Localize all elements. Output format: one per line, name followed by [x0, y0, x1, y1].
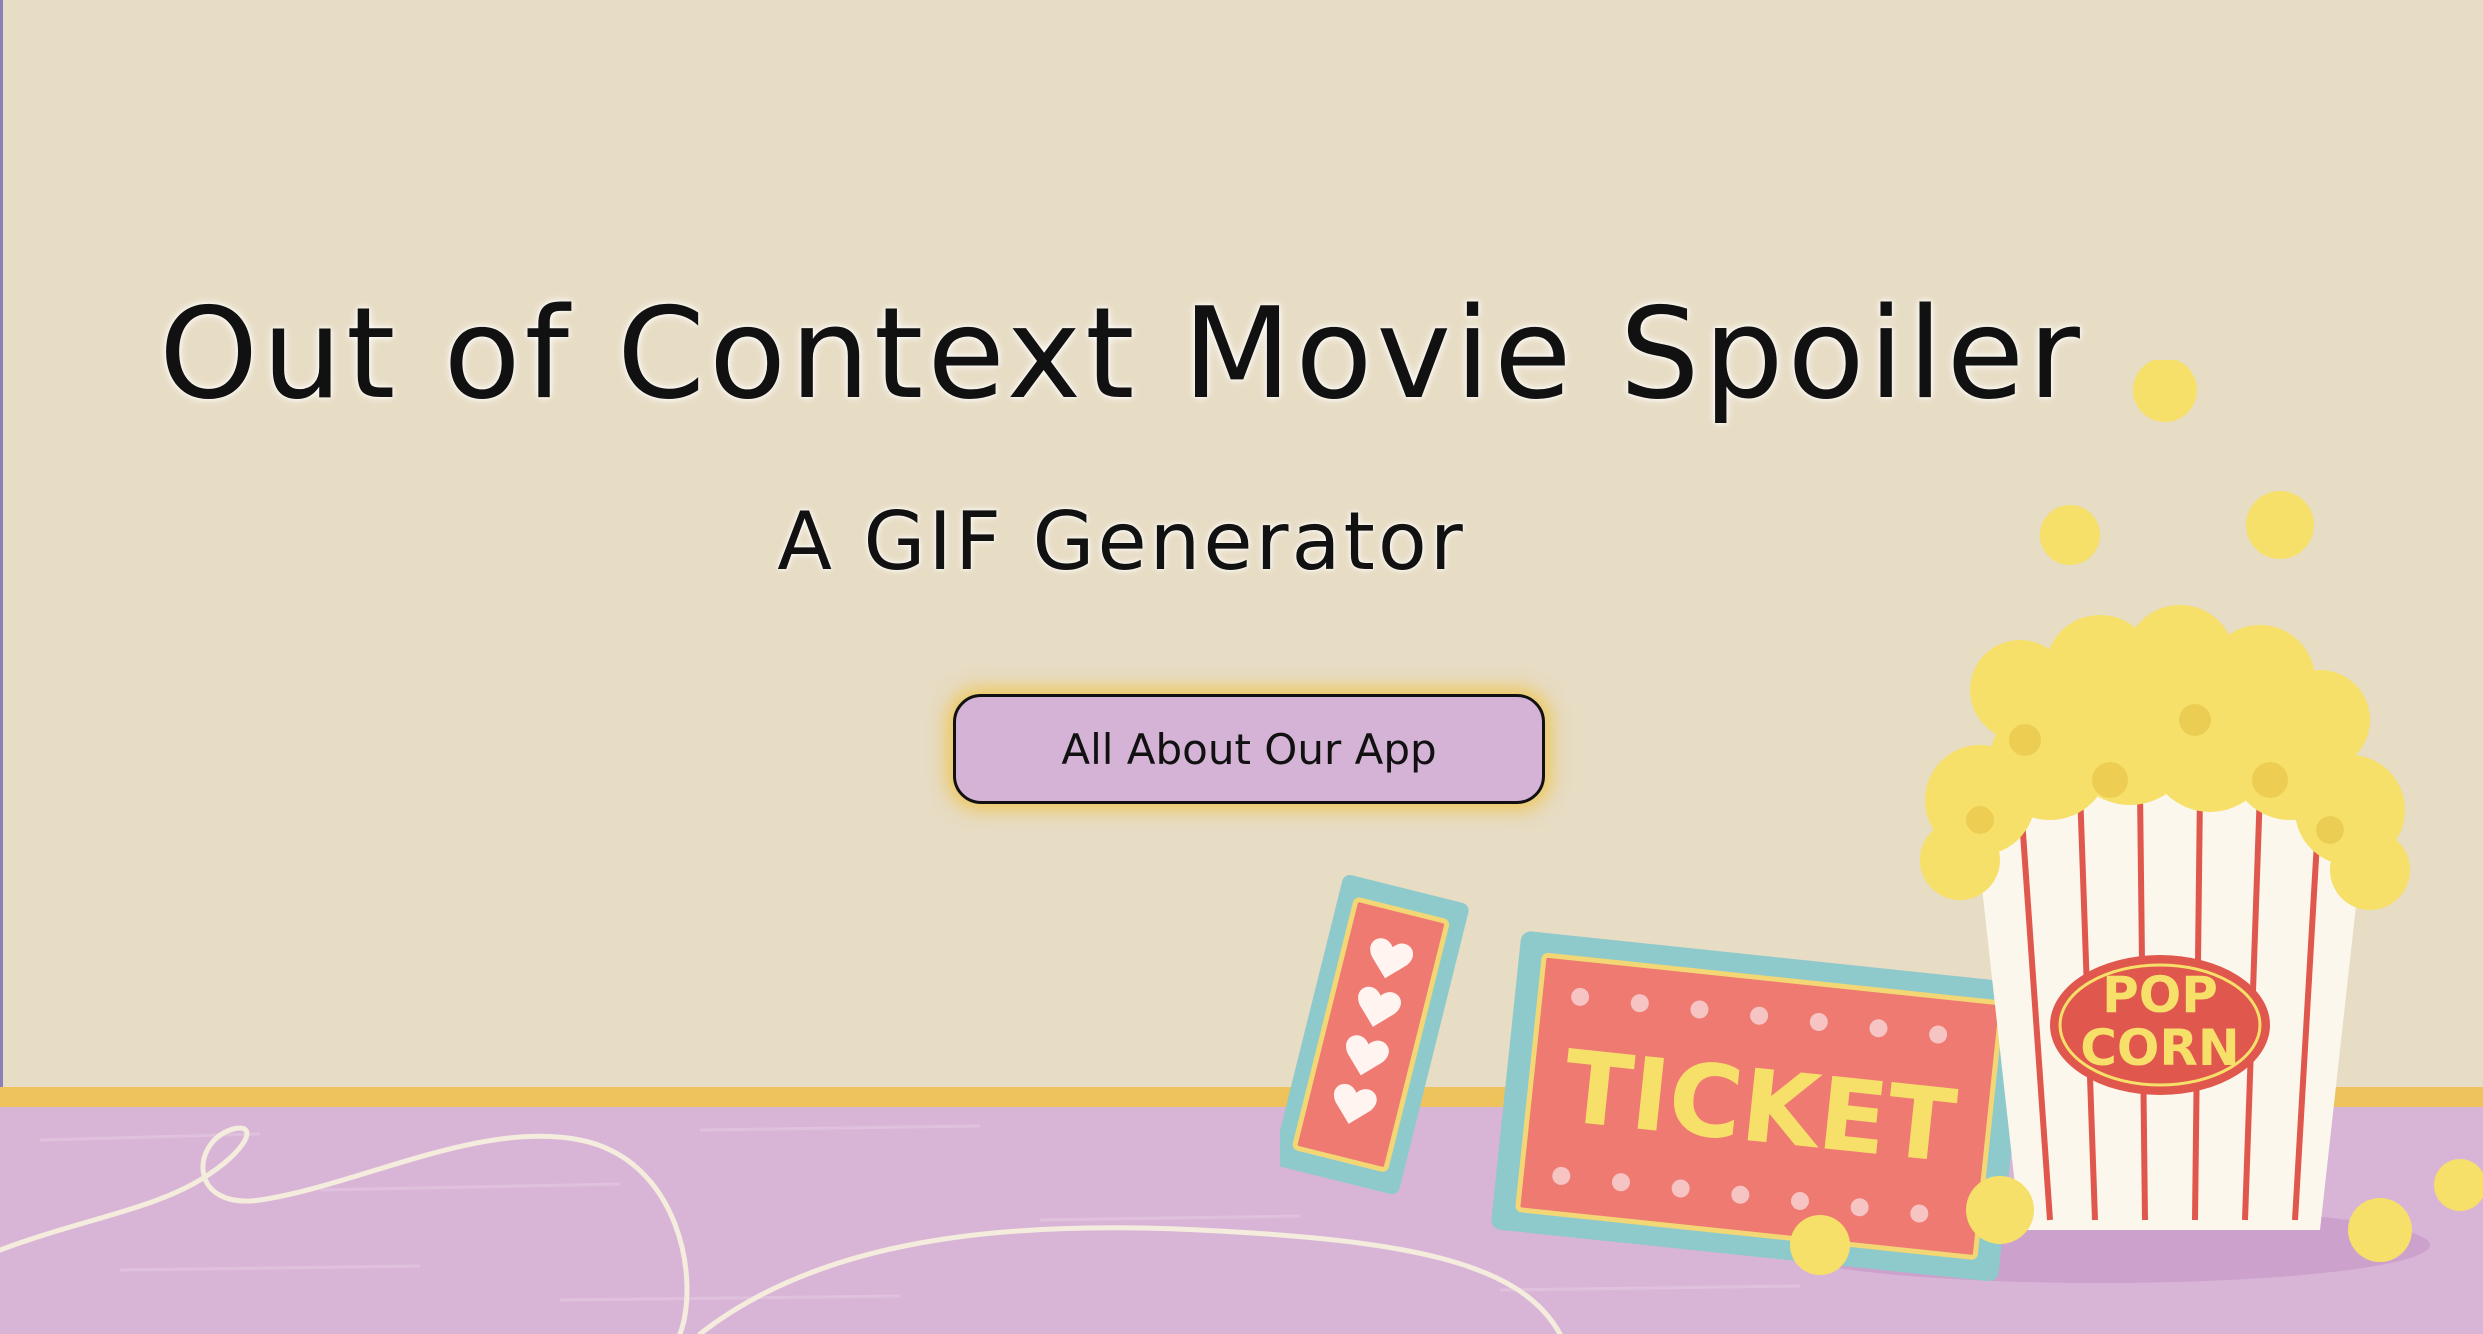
ticket-graphic: TICKET [1491, 931, 2028, 1282]
popcorn-label-top: POP [2102, 966, 2218, 1024]
popcorn-label-bottom: CORN [2080, 1019, 2240, 1077]
ticket-popcorn-illustration: TICKET POP CORN [1280, 360, 2483, 1283]
